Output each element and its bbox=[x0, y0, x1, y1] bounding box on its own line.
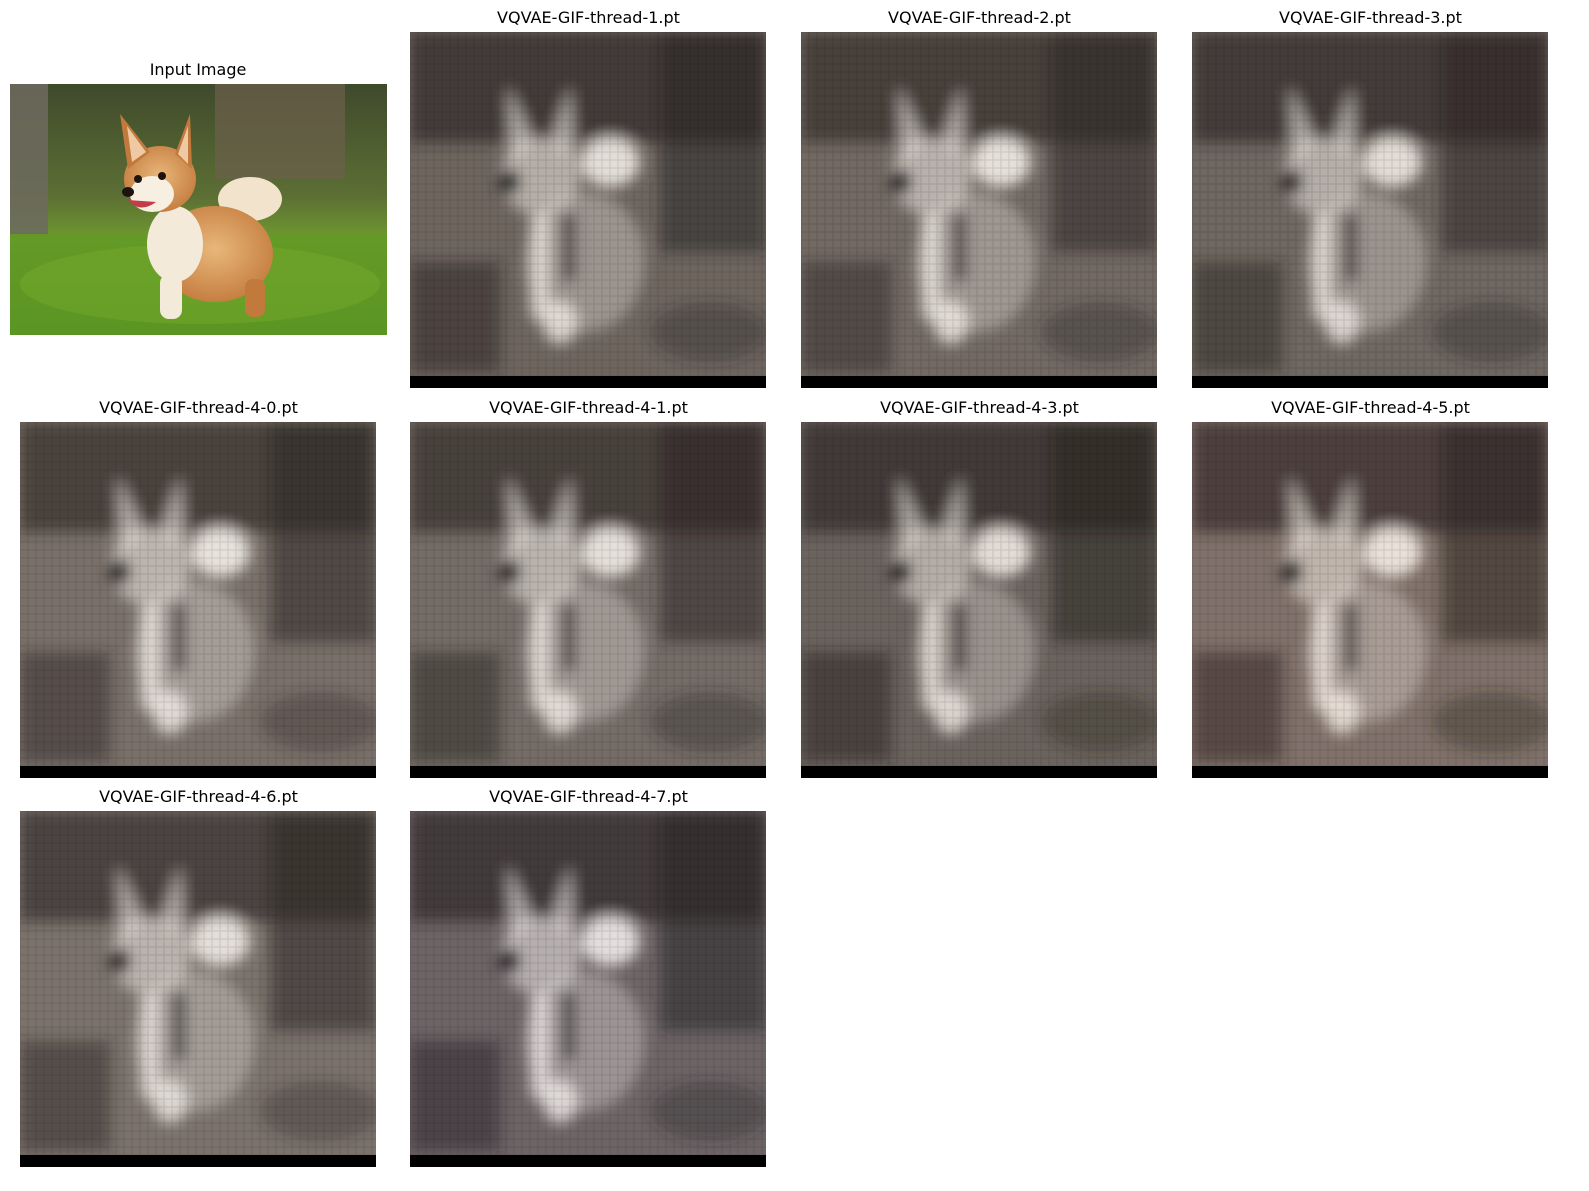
reconstruction-title: VQVAE-GIF-thread-4-3.pt bbox=[880, 398, 1079, 417]
reconstruction-render bbox=[20, 811, 376, 1167]
input-image bbox=[10, 84, 387, 335]
reconstruction-image bbox=[1192, 32, 1548, 388]
input-panel: Input Image bbox=[8, 58, 388, 338]
reconstruction-panel: VQVAE-GIF-thread-4-1.pt bbox=[410, 396, 767, 779]
reconstruction-panel: VQVAE-GIF-thread-4-5.pt bbox=[1192, 396, 1549, 779]
reconstruction-title: VQVAE-GIF-thread-4-5.pt bbox=[1271, 398, 1470, 417]
reconstruction-panel: VQVAE-GIF-thread-4-7.pt bbox=[410, 785, 767, 1168]
reconstruction-panel: VQVAE-GIF-thread-3.pt bbox=[1192, 6, 1549, 389]
reconstruction-render bbox=[410, 422, 766, 778]
reconstruction-title: VQVAE-GIF-thread-4-1.pt bbox=[489, 398, 688, 417]
reconstruction-render bbox=[1192, 422, 1548, 778]
input-title: Input Image bbox=[149, 60, 247, 79]
reconstruction-render bbox=[801, 422, 1157, 778]
reconstruction-image bbox=[410, 32, 766, 388]
reconstruction-image bbox=[20, 811, 376, 1167]
reconstruction-image bbox=[1192, 422, 1548, 778]
reconstruction-render bbox=[410, 811, 766, 1167]
reconstruction-title: VQVAE-GIF-thread-2.pt bbox=[888, 8, 1071, 27]
reconstruction-panel: VQVAE-GIF-thread-4-6.pt bbox=[20, 785, 377, 1168]
reconstruction-panel: VQVAE-GIF-thread-4-3.pt bbox=[801, 396, 1158, 779]
reconstruction-image bbox=[801, 32, 1157, 388]
reconstruction-render bbox=[801, 32, 1157, 388]
reconstruction-title: VQVAE-GIF-thread-4-7.pt bbox=[489, 787, 688, 806]
reconstruction-title: VQVAE-GIF-thread-4-6.pt bbox=[99, 787, 298, 806]
reconstruction-image bbox=[801, 422, 1157, 778]
reconstruction-render bbox=[1192, 32, 1548, 388]
reconstruction-render bbox=[20, 422, 376, 778]
reconstruction-render bbox=[410, 32, 766, 388]
corgi-photo bbox=[10, 84, 387, 335]
reconstruction-image bbox=[410, 422, 766, 778]
reconstruction-title: VQVAE-GIF-thread-3.pt bbox=[1279, 8, 1462, 27]
reconstruction-image bbox=[20, 422, 376, 778]
reconstruction-title: VQVAE-GIF-thread-1.pt bbox=[497, 8, 680, 27]
reconstruction-image bbox=[410, 811, 766, 1167]
figure-canvas: { "figure": { "input": { "title": "Input… bbox=[0, 0, 1589, 1191]
reconstruction-panel: VQVAE-GIF-thread-1.pt bbox=[410, 6, 767, 389]
reconstruction-panel: VQVAE-GIF-thread-4-0.pt bbox=[20, 396, 377, 779]
reconstruction-panel: VQVAE-GIF-thread-2.pt bbox=[801, 6, 1158, 389]
reconstruction-title: VQVAE-GIF-thread-4-0.pt bbox=[99, 398, 298, 417]
